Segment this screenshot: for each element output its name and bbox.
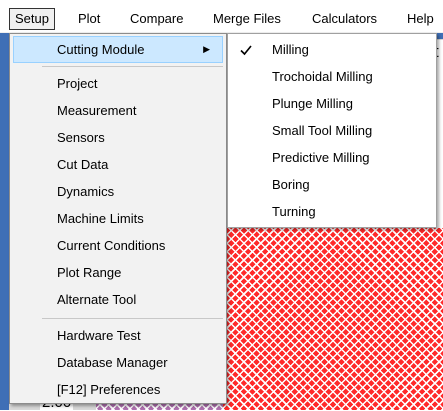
menu-bar: Setup Plot Compare Merge Files Calculato…: [0, 0, 443, 33]
menu-compare[interactable]: Compare: [124, 8, 189, 30]
menu-help[interactable]: Help: [401, 8, 440, 30]
submenu-item-milling[interactable]: Milling: [231, 36, 433, 63]
menu-item-hardware-test[interactable]: Hardware Test: [13, 322, 223, 349]
setup-menu: Cutting Module ▶ Project Measurement Sen…: [9, 33, 227, 404]
menu-plot[interactable]: Plot: [72, 8, 106, 30]
submenu-item-turning[interactable]: Turning: [231, 198, 433, 225]
menu-item-label: Cutting Module: [57, 42, 145, 57]
window-frame-left: [0, 33, 9, 410]
menu-merge-files[interactable]: Merge Files: [207, 8, 287, 30]
menu-calculators[interactable]: Calculators: [306, 8, 383, 30]
checkmark-icon: [240, 45, 252, 56]
menu-item-cut-data[interactable]: Cut Data: [13, 151, 223, 178]
menu-item-dynamics[interactable]: Dynamics: [13, 178, 223, 205]
menu-item-project[interactable]: Project: [13, 70, 223, 97]
menu-item-cutting-module[interactable]: Cutting Module ▶: [13, 36, 223, 63]
menu-item-preferences[interactable]: [F12] Preferences: [13, 376, 223, 403]
submenu-item-predictive-milling[interactable]: Predictive Milling: [231, 144, 433, 171]
cutting-module-submenu: Milling Trochoidal Milling Plunge Millin…: [227, 33, 437, 228]
submenu-item-plunge-milling[interactable]: Plunge Milling: [231, 90, 433, 117]
menu-separator: [42, 318, 223, 319]
menu-item-alternate-tool[interactable]: Alternate Tool: [13, 286, 223, 313]
hatched-plot-area: [223, 228, 443, 410]
submenu-arrow-icon: ▶: [203, 44, 210, 54]
menu-item-current-conditions[interactable]: Current Conditions: [13, 232, 223, 259]
menu-separator: [42, 66, 223, 67]
menu-item-database-manager[interactable]: Database Manager: [13, 349, 223, 376]
menu-item-machine-limits[interactable]: Machine Limits: [13, 205, 223, 232]
menu-item-measurement[interactable]: Measurement: [13, 97, 223, 124]
menu-item-sensors[interactable]: Sensors: [13, 124, 223, 151]
submenu-item-small-tool-milling[interactable]: Small Tool Milling: [231, 117, 433, 144]
submenu-item-label: Milling: [272, 42, 309, 57]
submenu-item-trochoidal-milling[interactable]: Trochoidal Milling: [231, 63, 433, 90]
menu-setup[interactable]: Setup: [9, 8, 55, 30]
submenu-item-boring[interactable]: Boring: [231, 171, 433, 198]
menu-item-plot-range[interactable]: Plot Range: [13, 259, 223, 286]
